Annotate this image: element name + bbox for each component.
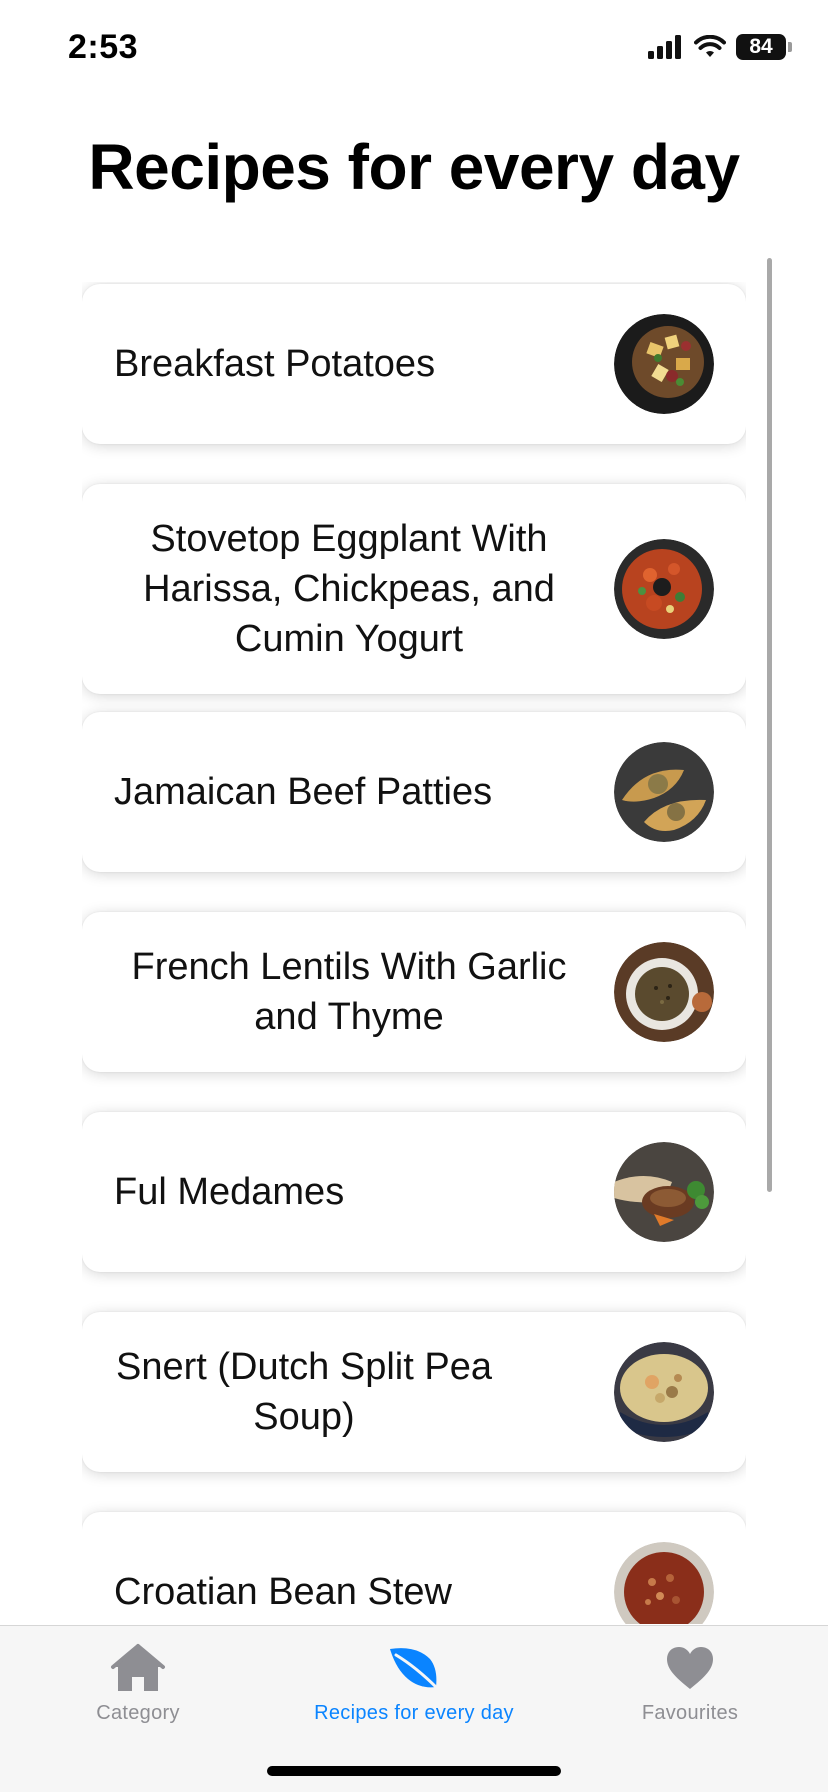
recipe-card[interactable]: Croatian Bean Stew [82,1512,746,1624]
heart-icon [667,1647,713,1689]
recipe-card[interactable]: French Lentils With Garlic and Thyme [82,912,746,1072]
recipe-image [614,539,714,639]
cellular-signal-icon [648,35,681,59]
recipe-name: Stovetop Eggplant With Harissa, Chickpea… [143,518,555,660]
status-icons: 84 [648,34,792,60]
home-indicator[interactable] [267,1766,561,1776]
tab-favourites[interactable]: Favourites [552,1640,828,1725]
recipe-name: Jamaican Beef Patties [114,771,493,813]
battery-icon: 84 [736,34,792,60]
recipe-image [614,942,714,1042]
wifi-icon [694,35,726,57]
recipe-card[interactable]: Jamaican Beef Patties [82,712,746,872]
recipe-image [614,1542,714,1624]
battery-level: 84 [736,34,786,60]
tab-label: Favourites [641,1702,739,1724]
tab-label: Recipes for every day [314,1702,514,1724]
leaf-icon [390,1648,440,1691]
recipe-card[interactable]: Stovetop Eggplant With Harissa, Chickpea… [82,484,746,694]
screen: 2:53 84 Recipes for every day Breakfast … [0,0,828,1792]
recipe-name: Croatian Bean Stew [114,1571,452,1613]
recipe-name: Ful Medames [114,1171,345,1213]
tab-label: Category [96,1702,180,1724]
recipe-image [614,1342,714,1442]
tab-category[interactable]: Category [0,1640,276,1725]
house-icon [111,1644,165,1691]
recipe-name: Breakfast Potatoes [114,343,436,385]
recipe-card[interactable]: Snert (Dutch Split Pea Soup) [82,1312,746,1472]
recipe-card[interactable]: Breakfast Potatoes [82,284,746,444]
recipe-list[interactable]: Breakfast Potatoes Stovetop Eggplant Wit… [82,282,746,1624]
status-time: 2:53 [68,28,139,66]
status-bar: 2:53 84 [0,0,828,100]
recipe-image [614,1142,714,1242]
page-title: Recipes for every day [88,131,740,203]
recipe-card[interactable]: Ful Medames [82,1112,746,1272]
recipe-image [614,742,714,842]
recipe-name: Snert (Dutch Split Pea Soup) [116,1346,492,1438]
recipe-image [614,314,714,414]
recipe-name: French Lentils With Garlic and Thyme [131,946,567,1038]
scroll-indicator[interactable] [767,258,772,1192]
tab-recipes[interactable]: Recipes for every day [276,1640,552,1725]
